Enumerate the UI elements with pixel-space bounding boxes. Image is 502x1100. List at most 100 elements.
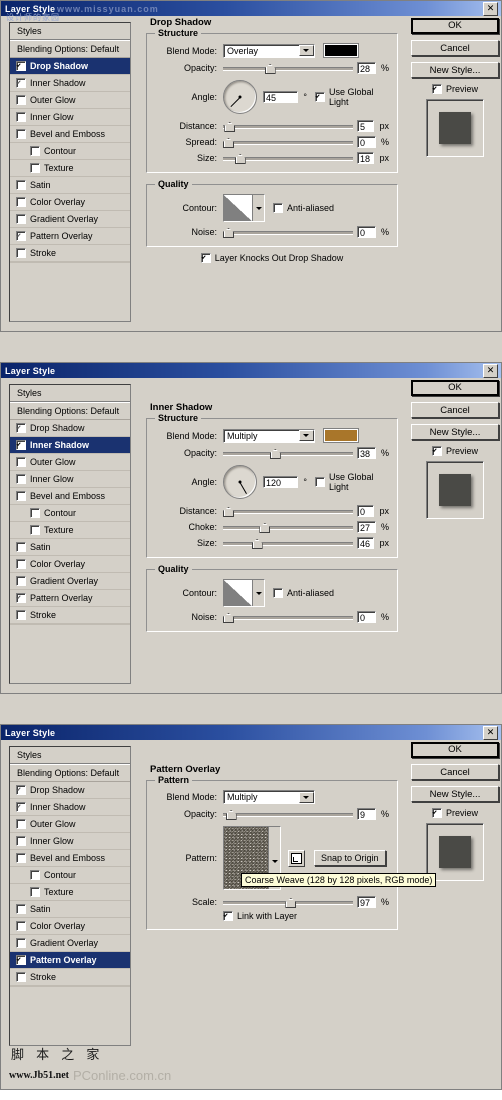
- checkbox-icon[interactable]: [16, 576, 26, 586]
- style-item-stroke[interactable]: Stroke: [10, 969, 130, 986]
- blend-mode-select[interactable]: Overlay: [223, 43, 315, 58]
- checkbox-icon[interactable]: [30, 870, 40, 880]
- checkbox-icon[interactable]: [30, 146, 40, 156]
- angle-input[interactable]: 120: [263, 476, 299, 488]
- distance-slider[interactable]: [223, 506, 353, 517]
- slider-thumb[interactable]: [269, 449, 281, 459]
- checkbox-icon[interactable]: [16, 938, 26, 948]
- style-item-outer-glow[interactable]: Outer Glow: [10, 454, 130, 471]
- titlebar[interactable]: Layer Style ✕: [1, 363, 501, 378]
- noise-slider[interactable]: [223, 612, 353, 623]
- style-item-color-overlay[interactable]: Color Overlay: [10, 556, 130, 573]
- checkbox-icon[interactable]: [30, 163, 40, 173]
- style-item-drop-shadow[interactable]: Drop Shadow: [10, 58, 130, 75]
- checkbox-icon[interactable]: [16, 836, 26, 846]
- checkbox-icon[interactable]: [16, 955, 26, 965]
- slider-thumb[interactable]: [264, 64, 276, 74]
- slider-thumb[interactable]: [223, 138, 234, 148]
- checkbox-icon[interactable]: [431, 84, 442, 94]
- style-item-outer-glow[interactable]: Outer Glow: [10, 816, 130, 833]
- angle-dial[interactable]: [223, 80, 257, 114]
- close-icon[interactable]: ✕: [483, 726, 498, 740]
- style-item-contour[interactable]: Contour: [10, 867, 130, 884]
- blending-options-row[interactable]: Blending Options: Default: [10, 40, 130, 58]
- slider-thumb[interactable]: [259, 523, 271, 533]
- opacity-slider[interactable]: [223, 809, 353, 820]
- angle-input[interactable]: 45: [263, 91, 299, 103]
- cancel-button[interactable]: Cancel: [411, 40, 499, 56]
- angle-dial[interactable]: [223, 465, 257, 499]
- checkbox-icon[interactable]: [16, 921, 26, 931]
- slider-thumb[interactable]: [285, 898, 297, 908]
- checkbox-icon[interactable]: [16, 474, 26, 484]
- style-item-bevel-and-emboss[interactable]: Bevel and Emboss: [10, 850, 130, 867]
- chevron-down-icon[interactable]: [252, 195, 264, 221]
- style-item-satin[interactable]: Satin: [10, 177, 130, 194]
- style-item-bevel-and-emboss[interactable]: Bevel and Emboss: [10, 126, 130, 143]
- new-style-button[interactable]: New Style...: [411, 786, 499, 802]
- checkbox-icon[interactable]: [16, 248, 26, 258]
- size-slider[interactable]: [223, 153, 353, 164]
- distance-input[interactable]: 0: [357, 505, 375, 517]
- size-input[interactable]: 46: [357, 537, 375, 549]
- ok-button[interactable]: OK: [411, 742, 499, 758]
- checkbox-icon[interactable]: [273, 203, 283, 213]
- slider-thumb[interactable]: [223, 228, 234, 238]
- blending-options-row[interactable]: Blending Options: Default: [10, 402, 130, 420]
- style-item-inner-glow[interactable]: Inner Glow: [10, 109, 130, 126]
- checkbox-icon[interactable]: [16, 972, 26, 982]
- style-item-gradient-overlay[interactable]: Gradient Overlay: [10, 935, 130, 952]
- contour-preset-select[interactable]: [223, 194, 265, 222]
- new-style-button[interactable]: New Style...: [411, 62, 499, 78]
- slider-thumb[interactable]: [234, 154, 246, 164]
- checkbox-icon[interactable]: [16, 440, 26, 450]
- style-item-pattern-overlay[interactable]: Pattern Overlay: [10, 228, 130, 245]
- checkbox-icon[interactable]: [16, 129, 26, 139]
- checkbox-icon[interactable]: [16, 819, 26, 829]
- style-item-gradient-overlay[interactable]: Gradient Overlay: [10, 211, 130, 228]
- style-item-texture[interactable]: Texture: [10, 522, 130, 539]
- style-item-color-overlay[interactable]: Color Overlay: [10, 194, 130, 211]
- anti-aliased-checkbox[interactable]: Anti-aliased: [273, 203, 334, 213]
- checkbox-icon[interactable]: [431, 808, 442, 818]
- ok-button[interactable]: OK: [411, 18, 499, 34]
- checkbox-icon[interactable]: [16, 112, 26, 122]
- style-item-contour[interactable]: Contour: [10, 143, 130, 160]
- opacity-input[interactable]: 28: [357, 62, 376, 74]
- opacity-input[interactable]: 38: [357, 447, 376, 459]
- cancel-button[interactable]: Cancel: [411, 402, 499, 418]
- noise-input[interactable]: 0: [357, 611, 376, 623]
- distance-slider[interactable]: [223, 121, 353, 132]
- chevron-down-icon[interactable]: [252, 580, 264, 606]
- link-with-layer-checkbox[interactable]: Link with Layer: [223, 911, 297, 921]
- checkbox-icon[interactable]: [30, 508, 40, 518]
- slider-thumb[interactable]: [251, 539, 263, 549]
- choke-slider[interactable]: [223, 522, 353, 533]
- close-icon[interactable]: ✕: [483, 2, 498, 16]
- checkbox-icon[interactable]: [16, 610, 26, 620]
- preview-checkbox[interactable]: Preview: [411, 808, 499, 818]
- snap-to-origin-button[interactable]: Snap to Origin: [314, 850, 386, 866]
- anti-aliased-checkbox[interactable]: Anti-aliased: [273, 588, 334, 598]
- checkbox-icon[interactable]: [16, 559, 26, 569]
- checkbox-icon[interactable]: [16, 197, 26, 207]
- style-item-stroke[interactable]: Stroke: [10, 607, 130, 624]
- checkbox-icon[interactable]: [16, 542, 26, 552]
- checkbox-icon[interactable]: [16, 593, 26, 603]
- checkbox-icon[interactable]: [16, 802, 26, 812]
- style-item-outer-glow[interactable]: Outer Glow: [10, 92, 130, 109]
- style-item-inner-glow[interactable]: Inner Glow: [10, 833, 130, 850]
- slider-thumb[interactable]: [223, 613, 234, 623]
- style-item-satin[interactable]: Satin: [10, 901, 130, 918]
- blending-options-row[interactable]: Blending Options: Default: [10, 764, 130, 782]
- checkbox-icon[interactable]: [200, 253, 211, 263]
- checkbox-icon[interactable]: [16, 904, 26, 914]
- checkbox-icon[interactable]: [30, 887, 40, 897]
- preview-checkbox[interactable]: Preview: [411, 446, 499, 456]
- style-item-inner-shadow[interactable]: Inner Shadow: [10, 799, 130, 816]
- noise-slider[interactable]: [223, 227, 353, 238]
- shadow-color-swatch[interactable]: [323, 428, 359, 443]
- checkbox-icon[interactable]: [16, 78, 26, 88]
- checkbox-icon[interactable]: [16, 785, 26, 795]
- blend-mode-select[interactable]: Multiply: [223, 428, 315, 443]
